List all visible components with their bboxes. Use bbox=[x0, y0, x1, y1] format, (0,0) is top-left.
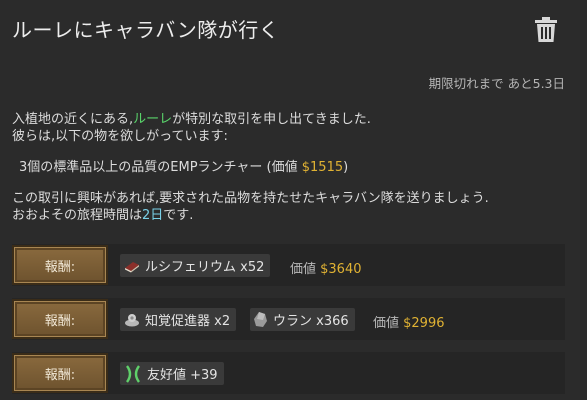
reward-item[interactable]: 知覚促進器 x2 bbox=[120, 308, 237, 331]
trash-icon[interactable] bbox=[534, 17, 558, 43]
uranium-icon bbox=[254, 312, 268, 327]
goodwill-icon bbox=[124, 364, 142, 383]
offer-instruction: この取引に興味があれば,要求された品物を持たせたキャラバン隊を送りましょう. bbox=[12, 191, 489, 206]
reward-row: 報酬: ルシフェリウム x52 価値 $3640 bbox=[12, 244, 565, 286]
reward-price: 価値 $2996 bbox=[373, 316, 445, 331]
reward-price: 価値 $3640 bbox=[290, 262, 362, 277]
expiry-text: 期限切れまで あと5.3日 bbox=[428, 76, 565, 91]
reward-item[interactable]: ルシフェリウム x52 bbox=[120, 254, 271, 277]
reward-select-button[interactable]: 報酬: bbox=[12, 299, 108, 339]
reward-select-button[interactable]: 報酬: bbox=[12, 353, 108, 393]
reward-row: 報酬: 知覚促進器 x2 ウラン x366 価値 $2996 bbox=[12, 298, 565, 340]
requested-value: $1515 bbox=[301, 160, 344, 175]
window-title: ルーレにキャラバン隊が行く bbox=[12, 18, 280, 42]
reward-row: 報酬: 友好値 +39 bbox=[12, 352, 565, 394]
reward-select-button[interactable]: 報酬: bbox=[12, 245, 108, 285]
settlement-name: ルーレ bbox=[133, 112, 173, 127]
offer-description-line1: 入植地の近くにある,ルーレが特別な取引を申し出てきました. bbox=[12, 112, 371, 127]
book-icon bbox=[124, 259, 140, 273]
reward-item[interactable]: ウラン x366 bbox=[250, 308, 355, 331]
travel-time: おおよその旅程時間は2日です. bbox=[12, 208, 194, 223]
requested-item: 3個の標準品以上の品質のEMPランチャー (価値 $1515) bbox=[19, 160, 349, 175]
offer-description-line2: 彼らは,以下の物を欲しがっています: bbox=[12, 129, 228, 144]
reward-item[interactable]: 友好値 +39 bbox=[120, 362, 224, 385]
travel-days: 2日 bbox=[142, 208, 164, 223]
psychic-booster-icon bbox=[124, 312, 140, 327]
